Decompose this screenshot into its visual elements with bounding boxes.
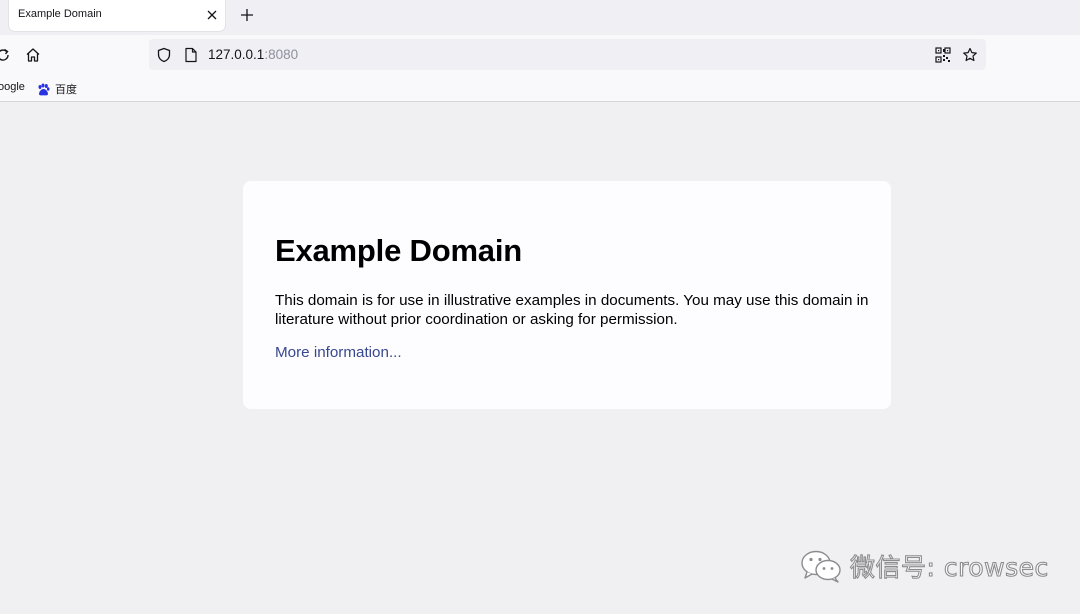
home-icon[interactable] xyxy=(22,44,44,66)
watermark-text: 微信号: crowsec xyxy=(849,552,1049,582)
bookmark-star-icon[interactable] xyxy=(961,46,979,64)
bookmark-baidu-label: 百度 xyxy=(55,84,77,96)
shield-icon[interactable] xyxy=(155,46,173,64)
url-host: 127.0.0.1 xyxy=(208,47,265,62)
wechat-icon xyxy=(800,549,844,583)
url-text[interactable]: 127.0.0.1:8080 xyxy=(208,47,298,62)
url-port: :8080 xyxy=(264,47,299,62)
page-paragraph: This domain is for use in illustrative e… xyxy=(275,292,869,328)
navigation-bar: 127.0.0.1:8080 xyxy=(0,35,1080,75)
bookmarks-toolbar: oogle 百度 xyxy=(0,75,1080,102)
url-bar[interactable]: 127.0.0.1:8080 xyxy=(149,39,986,70)
active-tab[interactable]: Example Domain xyxy=(9,0,225,31)
page-info-icon[interactable] xyxy=(182,46,200,64)
page-content: Example Domain This domain is for use in… xyxy=(0,102,1080,614)
bookmark-baidu[interactable]: 百度 xyxy=(37,81,77,97)
tab-title: Example Domain xyxy=(18,8,102,20)
watermark: 微信号: crowsec xyxy=(800,548,1049,584)
tab-strip: Example Domain xyxy=(0,0,1080,35)
qr-code-icon[interactable] xyxy=(934,46,952,64)
close-tab-icon[interactable] xyxy=(202,5,222,25)
bookmark-google-label: oogle xyxy=(0,81,25,93)
baidu-paw-icon xyxy=(37,83,50,96)
bookmark-google[interactable]: oogle xyxy=(0,81,25,93)
reload-icon[interactable] xyxy=(0,44,14,66)
more-information-link[interactable]: More information... xyxy=(275,344,402,361)
page-heading: Example Domain xyxy=(275,233,523,268)
content-card: Example Domain This domain is for use in… xyxy=(243,181,891,409)
new-tab-plus-icon[interactable] xyxy=(236,4,258,26)
